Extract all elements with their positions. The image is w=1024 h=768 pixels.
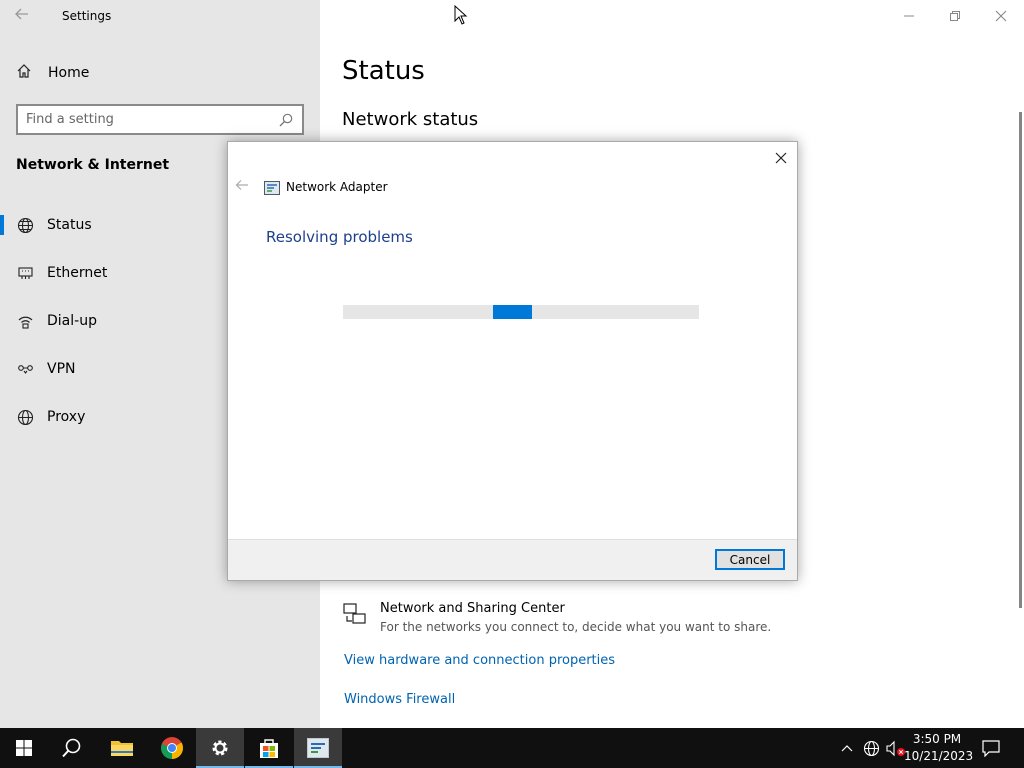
taskbar-file-explorer[interactable] [98,728,146,768]
sharing-center-description: For the networks you connect to, decide … [380,620,772,634]
home-icon [16,63,36,83]
network-tray-button[interactable] [860,728,882,768]
taskbar-clock[interactable]: 3:50 PM 10/21/2023 [904,731,974,765]
globe-icon [16,216,34,234]
dialog-close-icon[interactable] [771,148,791,168]
troubleshooter-dialog: Network Adapter Resolving problems Cance… [227,141,798,581]
notification-icon [982,739,1000,757]
scrollbar[interactable] [1019,112,1022,608]
chrome-icon [161,737,183,759]
taskbar-settings[interactable] [196,728,244,768]
sharing-center-title: Network and Sharing Center [380,601,565,616]
back-arrow-icon[interactable] [14,6,34,26]
search-box[interactable] [16,104,304,135]
mouse-cursor-icon [454,5,468,25]
dialog-back-arrow-icon[interactable] [235,178,249,196]
dialog-heading: Resolving problems [266,228,413,246]
taskbar-store[interactable] [245,728,293,768]
action-center-button[interactable] [976,728,1006,768]
windows-logo-icon [16,740,32,756]
sidebar-item-label: VPN [47,361,76,377]
restore-icon[interactable] [932,0,978,32]
network-adapter-icon [264,180,280,195]
dialog-header-label: Network Adapter [286,180,388,194]
network-sharing-icon [342,601,370,629]
store-icon [260,739,278,758]
volume-muted-icon [886,740,905,756]
window-controls [886,0,1024,32]
minimize-icon[interactable] [886,0,932,32]
search-input[interactable] [26,112,278,127]
taskbar: 3:50 PM 10/21/2023 [0,728,1024,768]
network-sharing-center-item[interactable]: Network and Sharing Center For the netwo… [342,601,771,634]
folder-icon [111,741,133,756]
clock-time: 3:50 PM [912,732,962,746]
section-title: Network & Internet [16,157,170,173]
sidebar-item-label: Dial-up [47,313,97,329]
network-status-heading: Network status [342,109,479,130]
dialog-header: Network Adapter [264,180,388,195]
taskbar-troubleshooter[interactable] [294,728,342,768]
ethernet-icon [16,264,34,282]
dialog-footer: Cancel [228,539,797,580]
sidebar-item-label: Ethernet [47,265,108,281]
network-adapter-icon [307,738,329,758]
gear-icon [212,740,228,756]
chevron-up-icon [841,745,853,752]
cancel-button[interactable]: Cancel [715,549,785,570]
search-icon [62,738,81,758]
sidebar-item-label: Proxy [47,409,86,425]
home-nav-item[interactable]: Home [16,62,89,84]
globe-icon [16,408,34,426]
clock-date: 10/21/2023 [904,749,974,763]
close-icon[interactable] [978,0,1024,32]
home-label: Home [48,65,90,81]
progress-bar [343,305,699,319]
vpn-icon [16,360,34,378]
progress-indicator [493,305,532,319]
app-title: Settings [62,9,112,23]
page-title: Status [342,56,425,86]
view-hardware-link[interactable]: View hardware and connection properties [344,653,615,668]
dialup-icon [16,312,34,330]
sidebar-item-label: Status [47,217,92,233]
taskbar-search-button[interactable] [48,728,96,768]
taskbar-chrome[interactable] [148,728,196,768]
start-button[interactable] [0,728,48,768]
search-icon[interactable] [278,112,294,128]
network-globe-icon [863,740,879,756]
show-hidden-icons-button[interactable] [836,728,858,768]
windows-firewall-link[interactable]: Windows Firewall [344,692,455,707]
